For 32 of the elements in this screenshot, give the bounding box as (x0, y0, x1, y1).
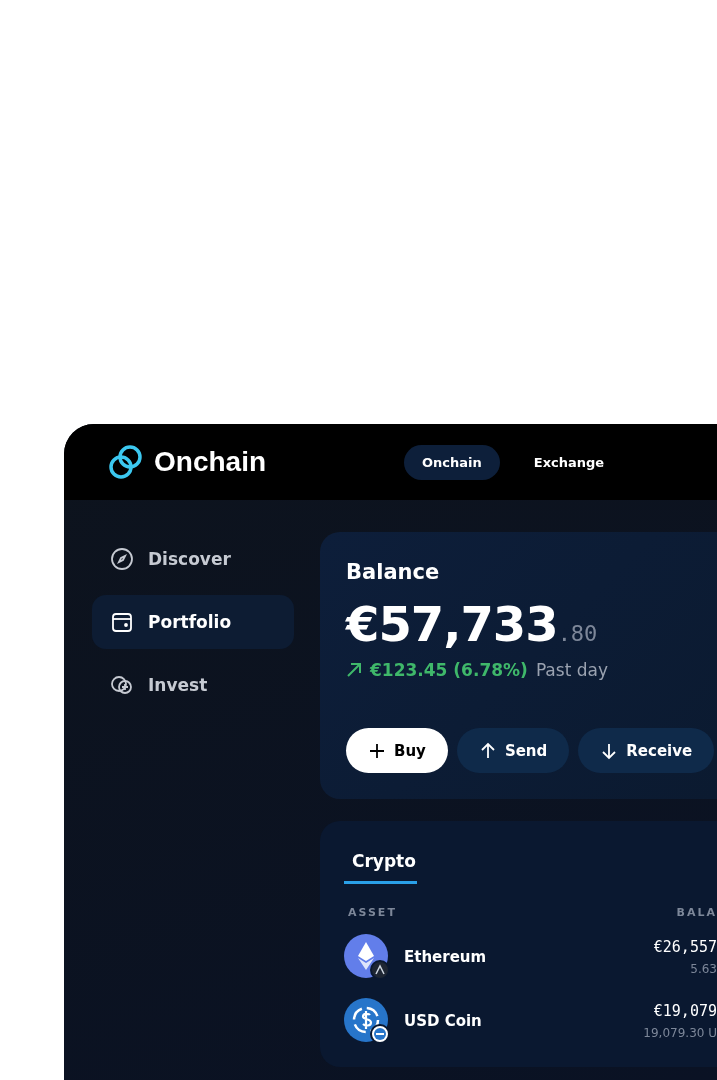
asset-name: USD Coin (404, 1012, 482, 1030)
column-header: ASSET (348, 906, 397, 919)
change-period: Past day (535, 660, 608, 680)
compass-icon (110, 547, 134, 571)
nav-tab[interactable]: Exchange (515, 444, 623, 480)
column-header: BALA (676, 906, 717, 919)
action-button[interactable]: Receive (578, 728, 715, 773)
asset-name: Ethereum (404, 948, 487, 966)
asset-amount: 5.63 (690, 962, 717, 976)
balance-title: Balance (346, 560, 441, 584)
trend-up-icon (346, 662, 362, 678)
usd-coin-icon (344, 998, 390, 1044)
sidebar-item[interactable]: Portfolio (92, 595, 294, 649)
balance-amount: €57,733 (346, 596, 558, 652)
asset-value: €19,079 (653, 1002, 717, 1020)
sidebar-item[interactable]: Invest (92, 658, 294, 712)
arrow-down-icon (600, 741, 619, 760)
ethereum-coin-icon (344, 934, 390, 980)
action-button[interactable]: Buy (346, 728, 448, 773)
sidebar-item[interactable]: Discover (92, 532, 294, 586)
wallet-icon (110, 610, 134, 634)
asset-value: €26,557 (653, 938, 717, 956)
balance-cents: .80 (557, 621, 598, 646)
nav-tab[interactable]: Onchain (404, 444, 500, 480)
asset-amount: 19,079.30 U (643, 1026, 717, 1040)
logo-icon (108, 444, 144, 480)
plus-icon (368, 741, 386, 760)
action-button[interactable]: Send (456, 728, 570, 773)
asset-tab[interactable]: Crypto (344, 851, 417, 884)
coins-plus-icon (110, 673, 134, 697)
balance-change: €123.45 (6.78%) (370, 660, 528, 680)
app-name: Onchain (154, 446, 266, 478)
